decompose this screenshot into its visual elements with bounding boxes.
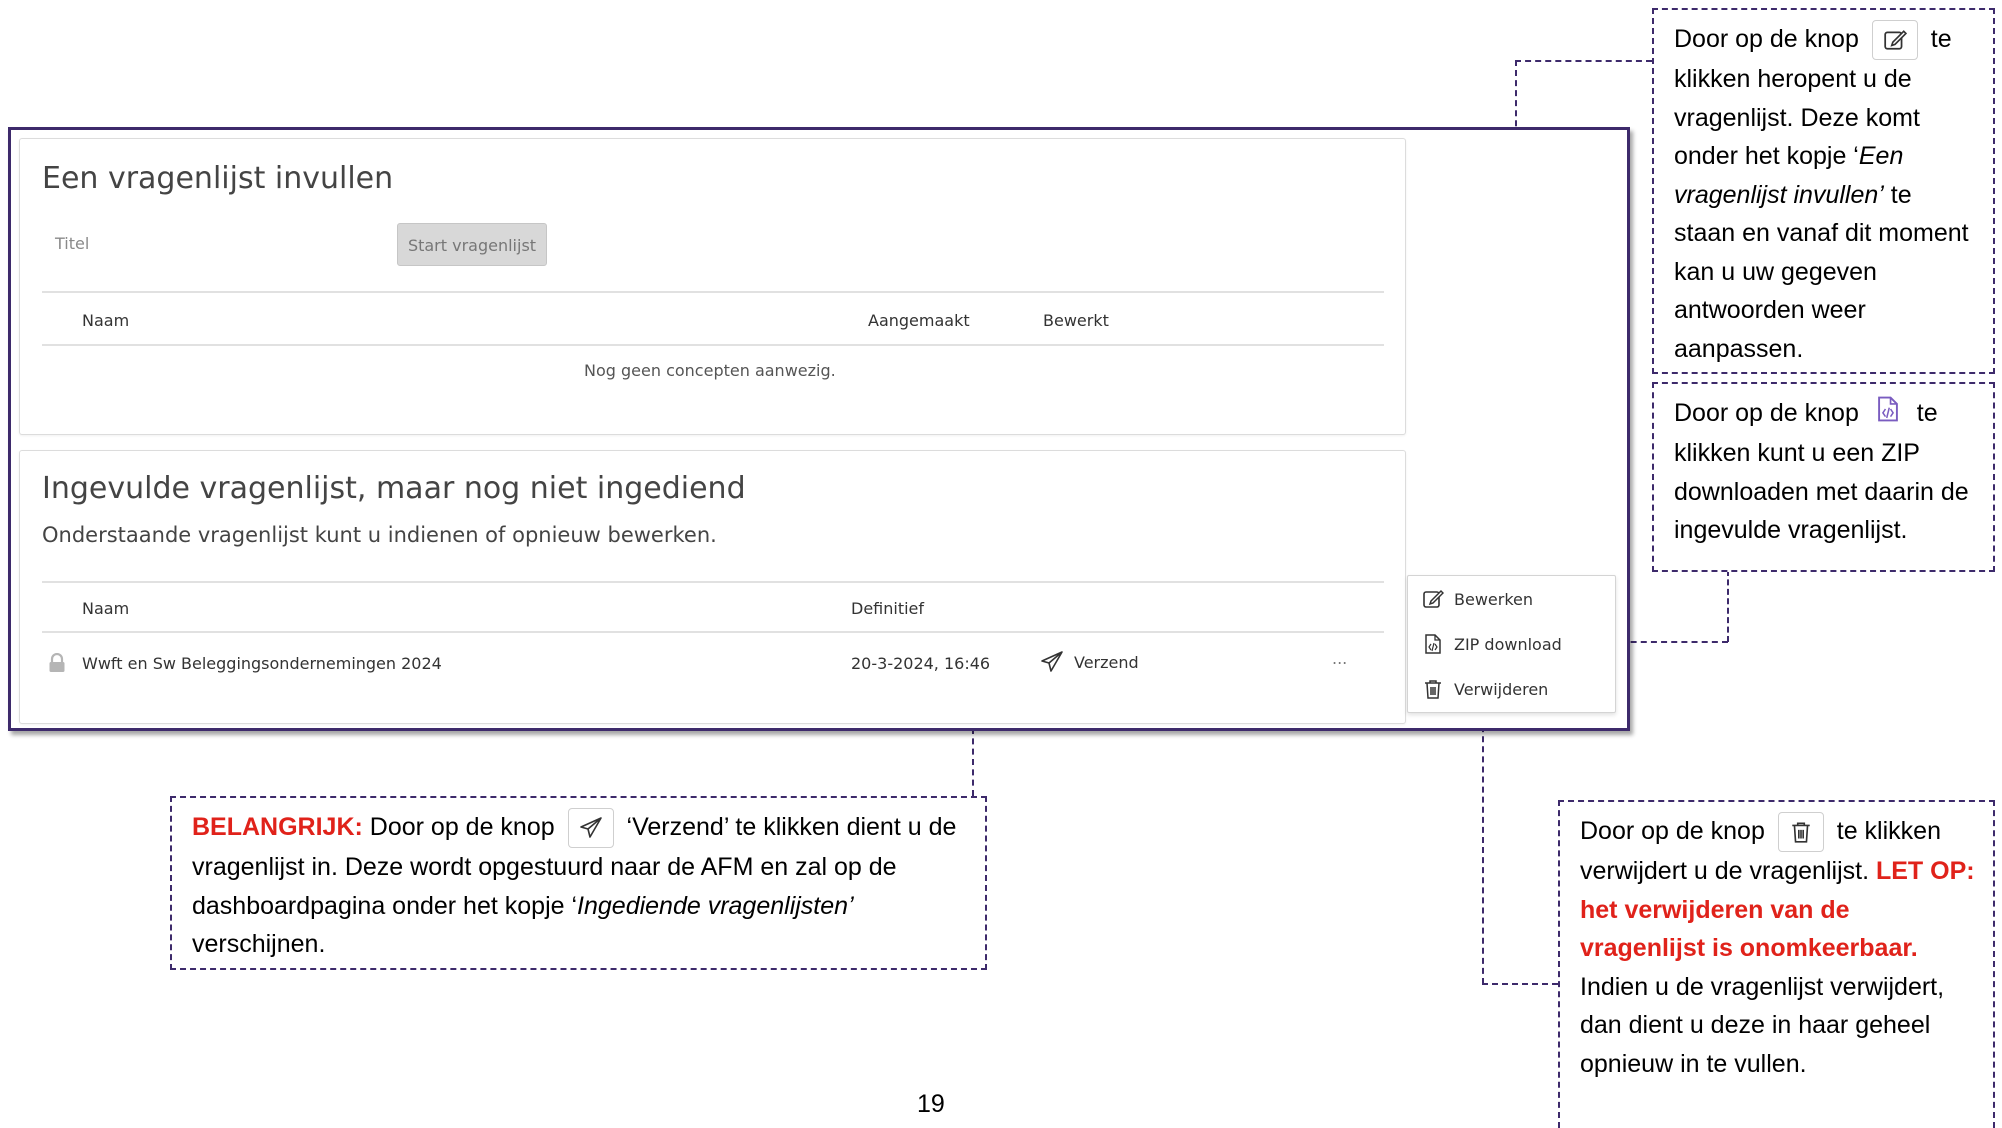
callout-zip: Door op de knop te klikken kunt u een ZI… (1652, 382, 1995, 572)
callout-text: verschijnen. (192, 930, 326, 959)
callout-delete-text: Door op de knop te klikken verwijdert u … (1580, 812, 1979, 1083)
row-name[interactable]: Wwft en Sw Beleggingsondernemingen 2024 (82, 654, 442, 673)
draft-card: Een vragenlijst invullen Titel Start vra… (19, 138, 1406, 435)
callout-send-text: BELANGRIJK: Door op de knop ‘Verzend’ te… (192, 808, 965, 964)
callout-edit-text: Door op de knop te klikken heropent u de… (1674, 20, 1979, 368)
callout-text: Door op de knop (1674, 399, 1859, 427)
send-label: Verzend (1074, 652, 1139, 672)
send-button-sample (567, 808, 614, 849)
send-icon (1041, 651, 1063, 672)
divider (42, 291, 1384, 293)
divider (42, 581, 1384, 583)
more-actions-button[interactable]: ... (1332, 649, 1347, 668)
file-code-icon (1425, 634, 1441, 654)
trash-icon (1425, 680, 1441, 699)
callout-text: Door op de knop (1580, 817, 1765, 845)
page-number: 19 (917, 1090, 945, 1118)
important-label: BELANGRIJK: (192, 813, 363, 841)
menu-item-zip-download[interactable]: ZIP download (1422, 631, 1562, 657)
send-button[interactable]: Verzend (1040, 651, 1139, 673)
callout-send: BELANGRIJK: Door op de knop ‘Verzend’ te… (170, 796, 987, 970)
start-questionnaire-button[interactable]: Start vragenlijst (397, 223, 547, 266)
menu-item-label: Verwijderen (1454, 679, 1549, 699)
lock-icon (48, 652, 66, 677)
menu-item-label: Bewerken (1454, 589, 1534, 609)
trash-icon (1792, 822, 1810, 844)
column-header-created[interactable]: Aangemaakt (868, 311, 970, 330)
file-code-icon (1874, 395, 1902, 435)
callout-text: Door op de knop (1674, 25, 1859, 53)
pending-card: Ingevulde vragenlijst, maar nog niet ing… (19, 450, 1406, 724)
callout-zip-text: Door op de knop te klikken kunt u een ZI… (1674, 394, 1979, 550)
connector-delete-h (1482, 983, 1558, 985)
menu-item-edit[interactable]: Bewerken (1422, 586, 1533, 612)
title-field-label[interactable]: Titel (55, 234, 89, 253)
column-header-name[interactable]: Naam (82, 311, 129, 330)
edit-icon (1423, 589, 1444, 608)
column-header-edited[interactable]: Bewerkt (1043, 311, 1109, 330)
connector-delete-v (1482, 706, 1484, 984)
row-date: 20-3-2024, 16:46 (851, 654, 991, 673)
callout-text: Door op de knop (362, 813, 555, 841)
column-header-name[interactable]: Naam (82, 599, 129, 618)
empty-message: Nog geen concepten aanwezig. (584, 361, 836, 380)
pending-card-subtitle: Onderstaande vragenlijst kunt u indienen… (42, 523, 717, 547)
delete-button-sample (1777, 812, 1824, 853)
row-actions-menu: Bewerken ZIP download Verwijderen (1407, 575, 1616, 713)
callout-text: Indien u de vragenlijst verwijdert, dan … (1580, 972, 1945, 1078)
edit-button-sample (1871, 20, 1918, 61)
header-divider (42, 344, 1384, 346)
header-divider (42, 631, 1384, 633)
callout-italic: Ingediende vragenlijsten’ (577, 891, 854, 920)
column-header-final[interactable]: Definitief (851, 599, 924, 618)
menu-item-label: ZIP download (1454, 634, 1562, 654)
pending-card-title: Ingevulde vragenlijst, maar nog niet ing… (42, 471, 746, 506)
edit-icon (1884, 30, 1907, 50)
screenshot-frame: Een vragenlijst invullen Titel Start vra… (8, 127, 1630, 731)
draft-card-title: Een vragenlijst invullen (42, 161, 394, 196)
callout-delete: Door op de knop te klikken verwijdert u … (1558, 800, 1995, 1128)
connector-edit-h (1515, 60, 1652, 62)
send-icon (579, 817, 602, 839)
menu-item-delete[interactable]: Verwijderen (1422, 676, 1548, 702)
connector-zip-v (1727, 570, 1729, 642)
callout-edit: Door op de knop te klikken heropent u de… (1652, 8, 1995, 374)
